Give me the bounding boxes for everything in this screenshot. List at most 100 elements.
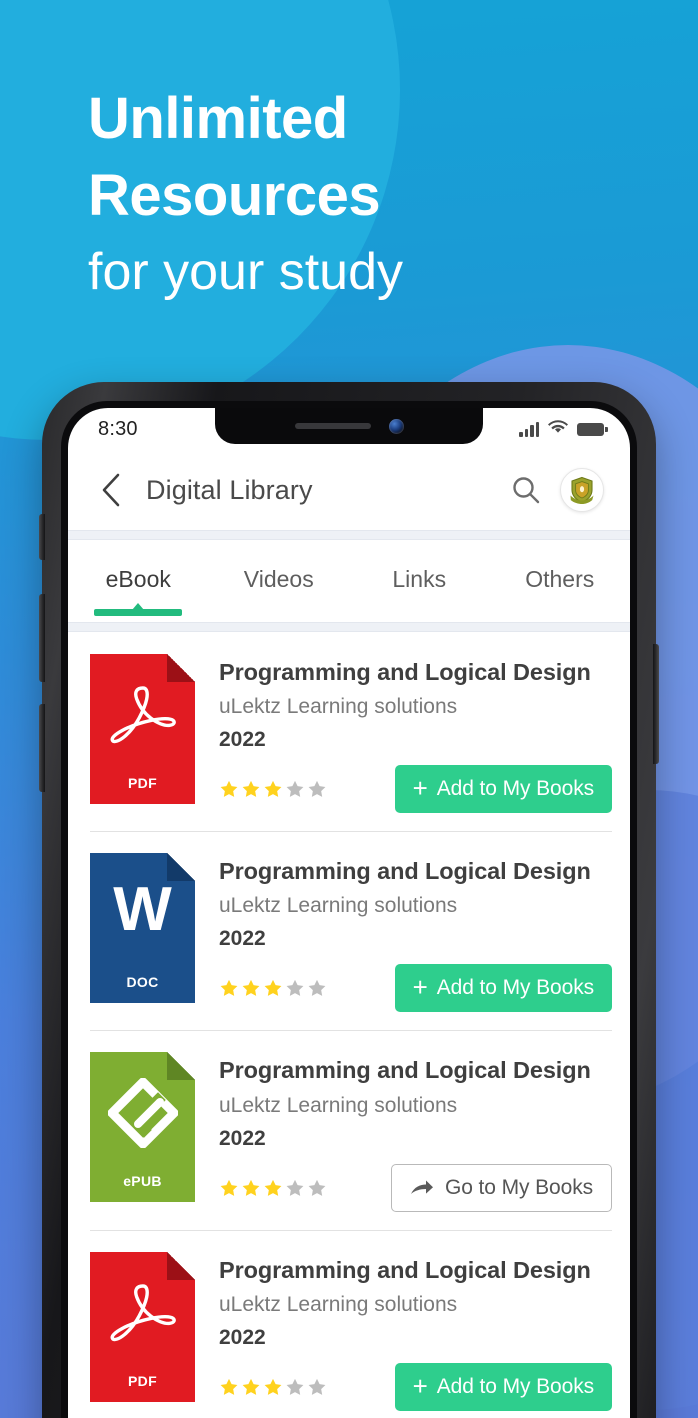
- add-to-my-books-button[interactable]: + Add to My Books: [394, 964, 612, 1013]
- add-to-my-books-button[interactable]: + Add to My Books: [394, 765, 612, 814]
- book-year: 2022: [219, 1325, 266, 1349]
- page-fold-corner: [167, 654, 195, 682]
- epub-glyph-icon: [107, 1078, 178, 1149]
- star-filled-icon: [220, 980, 238, 997]
- add-to-my-books-button[interactable]: + Add to My Books: [394, 1362, 612, 1411]
- promo-banner: Unlimited Resources for your study 8:30: [0, 0, 698, 1418]
- rating-stars[interactable]: [219, 1377, 327, 1397]
- search-button[interactable]: [504, 468, 548, 512]
- headline-line-2: Resources: [88, 163, 381, 229]
- plus-icon: +: [412, 1370, 428, 1401]
- book-row-actions: + Add to My Books: [219, 964, 612, 1030]
- book-title: Programming and Logical Design: [219, 1057, 591, 1084]
- book-info: Programming and Logical Design uLektz Lea…: [195, 1252, 612, 1418]
- star-filled-icon: [264, 781, 282, 798]
- book-row[interactable]: PDF Programming and Logical Design uLektz …: [68, 1229, 630, 1418]
- headline-line-1: Unlimited: [88, 86, 348, 151]
- page-fold-corner: [167, 1251, 195, 1280]
- star-empty-icon: [308, 781, 326, 798]
- book-row[interactable]: W DOC Programming and Logical Design uLektz…: [68, 831, 630, 1030]
- book-title: Programming and Logical Design: [219, 659, 591, 685]
- back-button[interactable]: [90, 469, 132, 511]
- book-author: uLektz Learning solutions: [219, 1292, 458, 1316]
- book-author: uLektz Learning solutions: [219, 1093, 458, 1117]
- tab-label: Links: [392, 565, 447, 592]
- tab-others[interactable]: Others: [490, 540, 631, 622]
- book-row[interactable]: PDF Programming and Logical Design uLektz …: [68, 632, 630, 831]
- pdf-file-icon: PDF: [90, 1251, 195, 1402]
- phone-volume-up-button[interactable]: [39, 594, 45, 682]
- search-icon: [513, 477, 540, 504]
- headline-line-3: for your study: [88, 243, 404, 302]
- chevron-left-icon: [102, 473, 120, 507]
- tab-links[interactable]: Links: [349, 540, 490, 622]
- star-empty-icon: [286, 1378, 304, 1395]
- tab-label: Others: [525, 565, 595, 592]
- signal-bars-icon: [519, 421, 539, 437]
- acrobat-glyph-icon: [110, 1283, 176, 1341]
- book-author: uLektz Learning solutions: [219, 695, 458, 719]
- rating-stars[interactable]: [219, 779, 327, 799]
- tab-label: eBook: [105, 565, 171, 592]
- file-type-label: PDF: [128, 1372, 157, 1389]
- book-row-actions: + Add to My Books: [219, 1362, 612, 1418]
- star-empty-icon: [308, 980, 326, 997]
- file-type-label: DOC: [126, 974, 159, 991]
- action-label: Add to My Books: [436, 777, 594, 801]
- tab-active-underline: [94, 609, 183, 616]
- file-type-glyph: [90, 1278, 195, 1356]
- book-year: 2022: [219, 927, 266, 951]
- status-time: 8:30: [98, 417, 138, 440]
- file-type-label: ePUB: [123, 1173, 162, 1190]
- rating-stars[interactable]: [219, 1178, 327, 1198]
- tabs-divider: [68, 622, 630, 632]
- status-icons: [519, 419, 608, 439]
- acrobat-glyph-icon: [110, 686, 176, 744]
- star-filled-icon: [242, 1179, 260, 1196]
- avatar[interactable]: [560, 468, 604, 512]
- tab-bar: eBook Videos Links Others: [68, 540, 630, 622]
- book-info: Programming and Logical Design uLektz Lea…: [195, 853, 612, 1030]
- star-filled-icon: [264, 1179, 282, 1196]
- star-empty-icon: [286, 781, 304, 798]
- star-empty-icon: [308, 1179, 326, 1196]
- page-fold-corner: [167, 1052, 195, 1081]
- action-label: Go to My Books: [445, 1175, 593, 1199]
- tab-ebook[interactable]: eBook: [68, 540, 209, 622]
- pdf-file-icon: PDF: [90, 654, 195, 804]
- phone-notch: [215, 408, 483, 444]
- file-type-label: PDF: [128, 775, 157, 791]
- book-list: PDF Programming and Logical Design uLektz …: [68, 632, 630, 1418]
- book-row[interactable]: ePUB Programming and Logical Design uLektz…: [68, 1030, 630, 1229]
- go-to-my-books-button[interactable]: Go to My Books: [391, 1163, 612, 1212]
- promo-headline: Unlimited Resources for your study: [88, 80, 648, 305]
- file-type-glyph: [90, 680, 195, 758]
- earpiece-speaker-icon: [294, 423, 371, 429]
- star-filled-icon: [264, 980, 282, 997]
- phone-mute-switch[interactable]: [39, 514, 45, 560]
- app-header: Digital Library: [68, 450, 630, 530]
- arrow-forward-icon: [411, 1180, 433, 1194]
- wifi-icon: [548, 419, 568, 439]
- book-year: 2022: [219, 1126, 266, 1150]
- star-filled-icon: [242, 1378, 260, 1395]
- tab-videos[interactable]: Videos: [209, 540, 350, 622]
- phone-bezel: 8:30 Digital Library eBook Videos Links …: [61, 401, 637, 1418]
- star-filled-icon: [220, 1378, 238, 1395]
- star-filled-icon: [220, 781, 238, 798]
- star-filled-icon: [242, 781, 260, 798]
- star-empty-icon: [286, 1179, 304, 1196]
- university-crest-icon: [570, 476, 594, 504]
- phone-volume-down-button[interactable]: [39, 704, 45, 792]
- file-type-glyph: [90, 1078, 195, 1149]
- book-row-actions: Go to My Books: [219, 1163, 612, 1230]
- header-divider: [68, 530, 630, 540]
- epub-file-icon: ePUB: [90, 1052, 195, 1203]
- star-empty-icon: [308, 1378, 326, 1395]
- rating-stars[interactable]: [219, 978, 327, 998]
- front-camera-icon: [388, 418, 404, 434]
- phone-frame: 8:30 Digital Library eBook Videos Links …: [39, 382, 659, 1418]
- star-filled-icon: [220, 1179, 238, 1196]
- phone-power-button[interactable]: [653, 644, 659, 764]
- page-title: Digital Library: [146, 474, 313, 505]
